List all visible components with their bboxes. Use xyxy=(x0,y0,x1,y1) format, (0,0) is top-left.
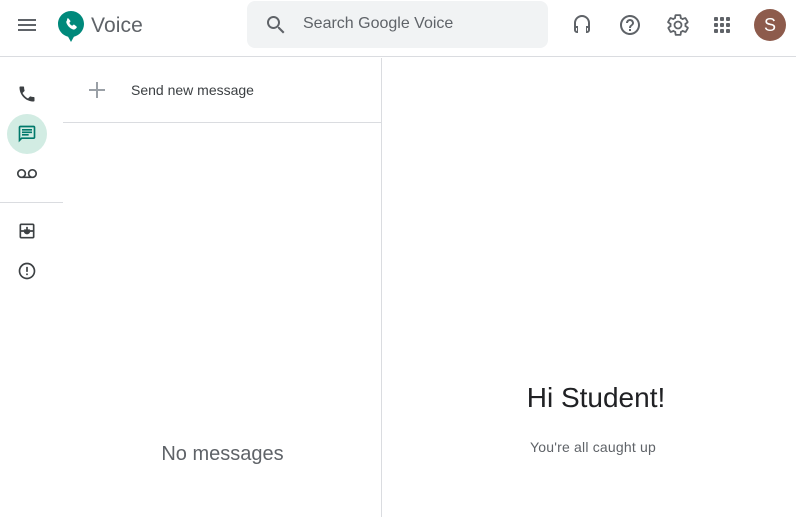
help-icon[interactable] xyxy=(618,13,642,37)
spam-icon xyxy=(18,262,36,280)
search-input[interactable] xyxy=(303,11,533,37)
search-icon[interactable] xyxy=(264,13,288,37)
main-menu-button[interactable] xyxy=(11,9,43,41)
message-icon xyxy=(18,125,36,143)
phone-icon xyxy=(19,86,35,102)
archive-icon xyxy=(19,223,35,239)
top-app-bar: Voice S xyxy=(0,0,796,57)
nav-item-archive[interactable] xyxy=(7,211,47,251)
message-list-pane: Send new message No messages xyxy=(63,58,382,517)
plus-icon xyxy=(89,82,105,98)
menu-icon xyxy=(18,19,36,31)
nav-item-spam[interactable] xyxy=(7,251,47,291)
nav-divider xyxy=(0,202,63,203)
nav-item-messages[interactable] xyxy=(7,114,47,154)
nav-rail xyxy=(0,58,63,517)
voicemail-icon xyxy=(17,169,37,179)
apps-icon[interactable] xyxy=(710,13,734,37)
voice-logo[interactable] xyxy=(58,11,84,42)
gear-icon[interactable] xyxy=(666,13,690,37)
empty-list-message: No messages xyxy=(161,443,284,465)
conversation-detail-pane: Hi Student! You're all caught up xyxy=(383,58,796,517)
send-new-message-label: Send new message xyxy=(131,82,254,98)
caught-up-text: You're all caught up xyxy=(529,439,657,455)
search-bar[interactable] xyxy=(247,1,548,48)
headset-icon[interactable] xyxy=(570,13,594,37)
app-title: Voice xyxy=(91,14,143,37)
nav-item-voicemail[interactable] xyxy=(7,154,47,194)
nav-item-calls[interactable] xyxy=(7,74,47,114)
greeting-heading: Hi Student! xyxy=(526,382,666,413)
account-avatar[interactable]: S xyxy=(754,9,786,41)
send-new-message-button[interactable]: Send new message xyxy=(63,58,382,123)
